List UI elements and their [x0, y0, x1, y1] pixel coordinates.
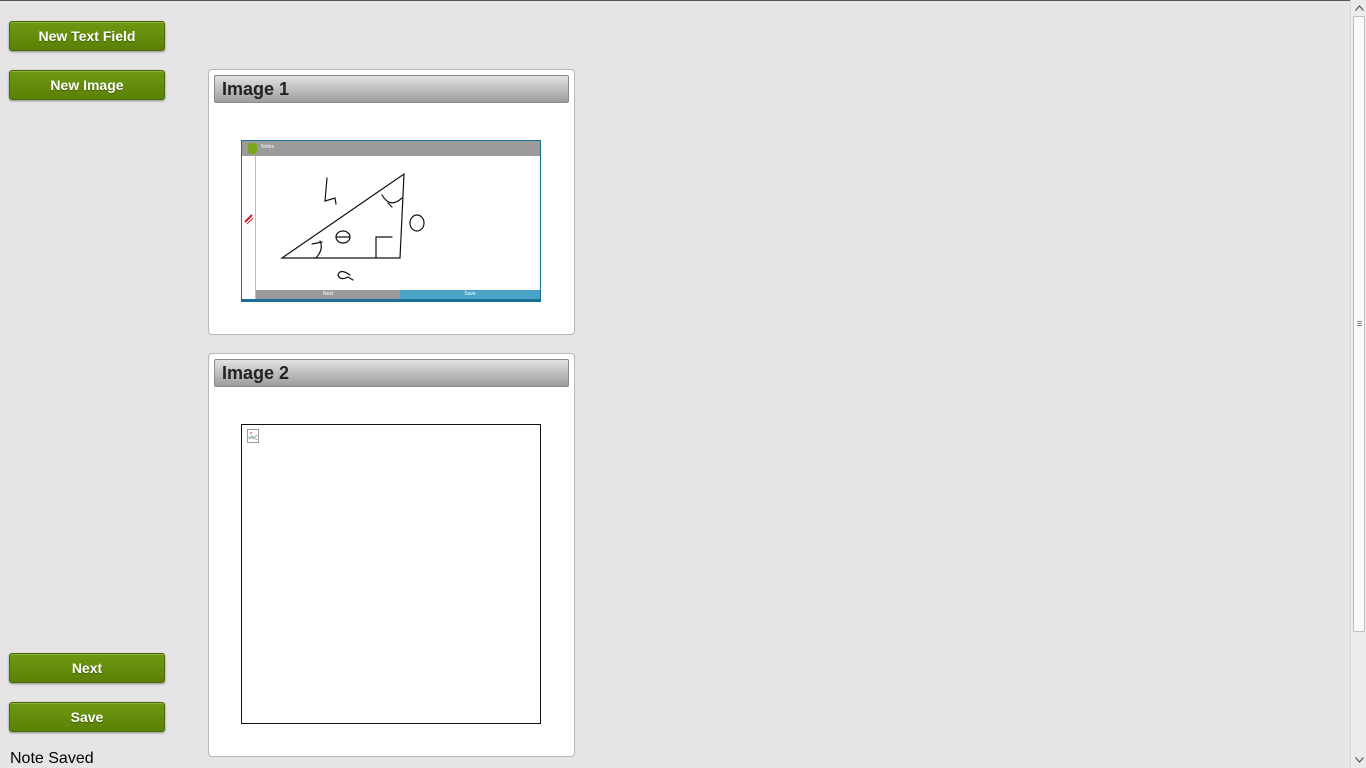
next-button[interactable]: Next — [9, 653, 165, 683]
save-button[interactable]: Save — [9, 702, 165, 732]
image-card-1-title: Image 1 — [214, 75, 569, 103]
new-text-field-button[interactable]: New Text Field — [9, 21, 165, 51]
image-card-2-title: Image 2 — [214, 359, 569, 387]
scroll-up-arrow-icon[interactable] — [1352, 1, 1366, 15]
image-card-1: Image 1 Notes Next Save — [208, 69, 575, 335]
new-image-button[interactable]: New Image — [9, 70, 165, 100]
broken-image-icon — [247, 429, 260, 443]
vertical-scrollbar[interactable] — [1350, 0, 1366, 768]
thumbnail-save-button: Save — [400, 290, 540, 299]
image-card-2: Image 2 — [208, 353, 575, 757]
image-1-thumbnail[interactable]: Notes Next Save — [241, 140, 541, 302]
status-text: Note Saved — [10, 750, 94, 767]
thumbnail-next-button: Next — [256, 290, 400, 299]
scroll-down-arrow-icon[interactable] — [1352, 753, 1366, 767]
image-2-frame[interactable] — [241, 424, 541, 724]
triangle-sketch — [280, 172, 425, 281]
scrollbar-grip-icon — [1357, 321, 1362, 327]
top-border — [0, 0, 1350, 1]
thumbnail-bottom-border — [242, 299, 540, 301]
scrollbar-thumb[interactable] — [1353, 16, 1365, 632]
